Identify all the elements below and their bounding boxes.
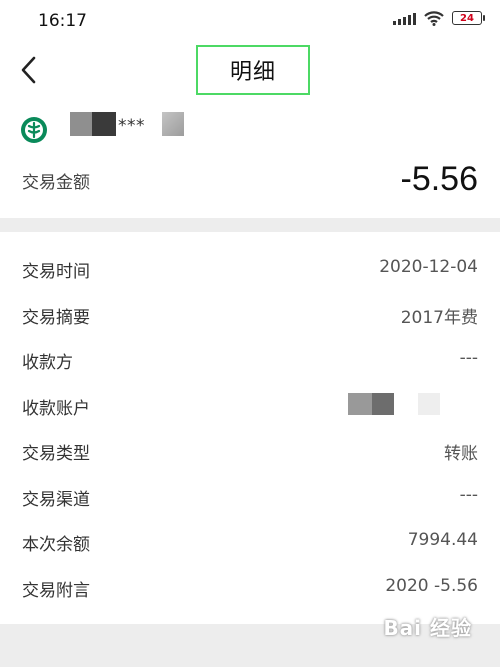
detail-label: 交易附言 — [22, 580, 90, 601]
detail-label: 本次余额 — [22, 535, 90, 555]
status-icons: 24 — [393, 10, 485, 26]
detail-label: 交易时间 — [22, 262, 90, 282]
account-number-redaction — [162, 112, 184, 136]
nav-bar: 明细 — [0, 40, 500, 102]
detail-value: --- — [459, 484, 478, 505]
status-time: 16:17 — [38, 11, 87, 31]
signal-icon — [393, 11, 416, 25]
detail-row-balance: 本次余额 7994.44 — [0, 520, 500, 566]
detail-value: 2017年费 — [400, 307, 478, 328]
detail-value: 2020 -5.56 — [385, 575, 478, 596]
detail-label: 收款方 — [22, 353, 73, 373]
detail-label: 交易类型 — [22, 444, 90, 464]
detail-row-payee: 收款方 --- — [0, 338, 500, 384]
chevron-left-icon — [21, 56, 36, 84]
wifi-icon — [424, 11, 444, 26]
detail-row-payee-account: 收款账户 — [0, 384, 500, 430]
account-number-redaction — [70, 112, 92, 136]
detail-label: 交易渠道 — [22, 489, 90, 510]
status-bar: 16:17 24 — [0, 0, 500, 40]
page-title: 明细 — [229, 60, 276, 85]
detail-row-note: 交易附言 2020 -5.56 — [0, 566, 500, 612]
detail-label: 交易摘要 — [22, 307, 90, 328]
amount-value: -5.56 — [400, 160, 479, 198]
section-divider — [0, 218, 500, 232]
detail-row-channel: 交易渠道 --- — [0, 475, 500, 521]
account-number-redaction — [92, 112, 116, 136]
payee-account-redaction — [348, 392, 372, 415]
detail-row-time: 交易时间 2020-12-04 — [0, 247, 500, 293]
amount-row: 交易金额 -5.56 — [0, 158, 500, 206]
detail-row-summary: 交易摘要 2017年费 — [0, 293, 500, 339]
watermark: Bai 经验 — [383, 616, 472, 640]
page-title-highlight: 明细 — [196, 45, 310, 95]
detail-value: 7994.44 — [407, 530, 478, 550]
detail-value: 2020-12-04 — [379, 257, 478, 277]
account-row: *** — [0, 108, 500, 156]
battery-level: 24 — [460, 12, 474, 24]
amount-label: 交易金额 — [22, 173, 90, 193]
back-button[interactable] — [14, 50, 46, 90]
battery-icon: 24 — [452, 11, 485, 25]
detail-value: --- — [459, 348, 478, 368]
detail-list: 交易时间 2020-12-04 交易摘要 2017年费 收款方 --- 收款账户… — [0, 247, 500, 611]
bank-logo-icon — [21, 117, 47, 143]
detail-row-type: 交易类型 转账 — [0, 429, 500, 475]
detail-label: 收款账户 — [22, 398, 90, 419]
payee-account-redaction — [372, 392, 394, 415]
detail-value: 转账 — [444, 444, 478, 464]
account-number-mask: *** — [118, 116, 145, 136]
payee-account-redaction — [418, 392, 440, 415]
